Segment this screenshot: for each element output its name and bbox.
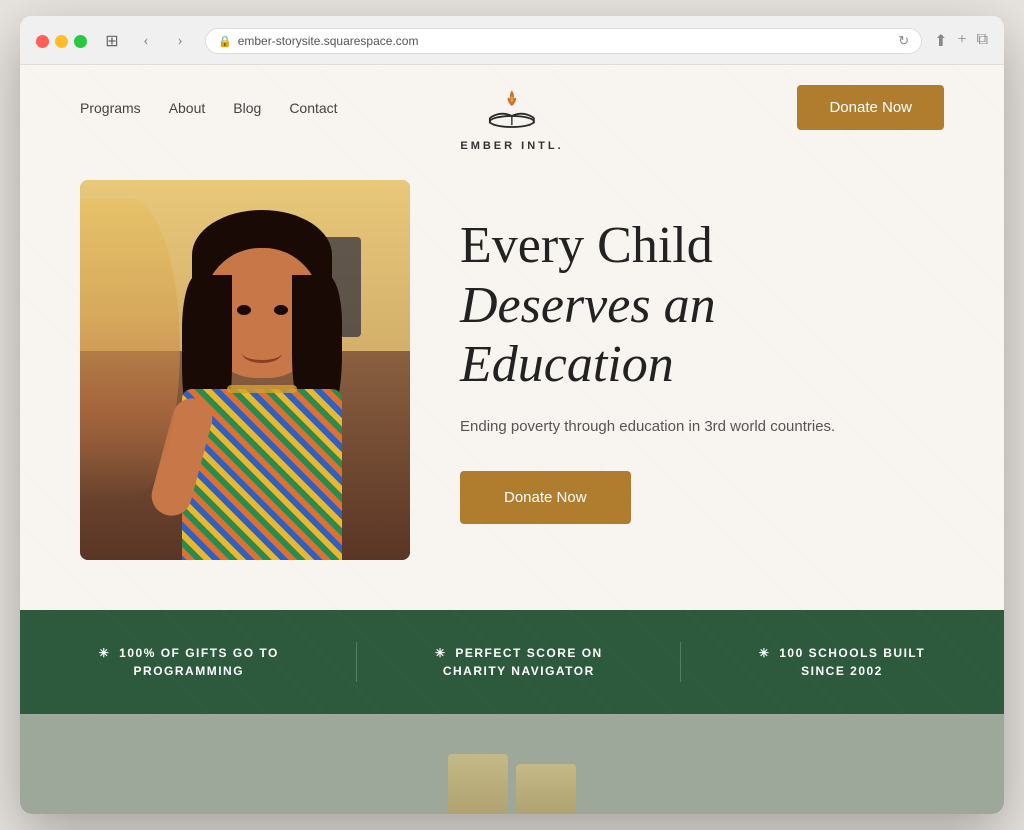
address-bar[interactable]: 🔒 ember-storysite.squarespace.com ↻: [205, 28, 922, 54]
share-icon[interactable]: ⬆: [934, 31, 947, 51]
site-logo: EMBER INTL.: [460, 83, 563, 152]
logo-icon: [485, 83, 540, 138]
minimize-button[interactable]: [55, 35, 68, 48]
stat-label-2: ✳ PERFECT SCORE ONCHARITY NAVIGATOR: [435, 644, 603, 680]
close-button[interactable]: [36, 35, 49, 48]
browser-window: ⊞ ‹ › 🔒 ember-storysite.squarespace.com …: [20, 16, 1004, 814]
hero-title-line3: Education: [460, 336, 674, 393]
stat-divider-2: [680, 642, 681, 682]
website-content: Programs About Blog Contact: [20, 65, 1004, 814]
hero-content: Every Child Deserves an Education Ending…: [460, 216, 944, 524]
header-donate-button[interactable]: Donate Now: [797, 85, 944, 130]
nav-contact[interactable]: Contact: [289, 100, 337, 116]
stat-label-1: ✳ 100% OF GIFTS GO TOPROGRAMMING: [99, 644, 279, 680]
back-button[interactable]: ‹: [133, 28, 159, 54]
main-nav: Programs About Blog Contact: [80, 100, 338, 116]
hero-donate-button[interactable]: Donate Now: [460, 471, 631, 524]
traffic-lights: [36, 35, 87, 48]
stats-bar: ✳ 100% OF GIFTS GO TOPROGRAMMING ✳ PERFE…: [20, 610, 1004, 714]
nav-programs[interactable]: Programs: [80, 100, 141, 116]
nav-blog[interactable]: Blog: [233, 100, 261, 116]
lock-icon: 🔒: [218, 35, 232, 48]
hero-title-line1: Every Child: [460, 217, 713, 274]
hero-title-line2: Deserves an: [460, 277, 716, 334]
browser-nav: ⊞ ‹ ›: [99, 28, 193, 54]
stat-icon-2: ✳: [435, 646, 447, 660]
browser-chrome: ⊞ ‹ › 🔒 ember-storysite.squarespace.com …: [20, 16, 1004, 65]
stat-icon-3: ✳: [759, 646, 771, 660]
hero-title: Every Child Deserves an Education: [460, 216, 944, 395]
stat-item-3: ✳ 100 SCHOOLS BUILTSINCE 2002: [759, 644, 925, 680]
refresh-icon[interactable]: ↻: [898, 33, 909, 49]
url-text: ember-storysite.squarespace.com: [238, 34, 419, 48]
view-toggle[interactable]: ⊞: [99, 28, 125, 54]
maximize-button[interactable]: [74, 35, 87, 48]
copy-icon[interactable]: ⧉: [977, 31, 988, 51]
nav-about[interactable]: About: [169, 100, 206, 116]
stat-icon-1: ✳: [99, 646, 111, 660]
stat-divider-1: [356, 642, 357, 682]
stat-label-3: ✳ 100 SCHOOLS BUILTSINCE 2002: [759, 644, 925, 680]
hero-image: [80, 180, 410, 560]
bottom-section: [20, 714, 1004, 814]
logo-text: EMBER INTL.: [460, 140, 563, 152]
stat-item-1: ✳ 100% OF GIFTS GO TOPROGRAMMING: [99, 644, 279, 680]
hero-section: Every Child Deserves an Education Ending…: [20, 150, 1004, 610]
site-header: Programs About Blog Contact: [20, 65, 1004, 150]
stat-item-2: ✳ PERFECT SCORE ONCHARITY NAVIGATOR: [435, 644, 603, 680]
new-tab-icon[interactable]: +: [958, 31, 967, 51]
forward-button[interactable]: ›: [167, 28, 193, 54]
hero-subtitle: Ending poverty through education in 3rd …: [460, 415, 944, 439]
browser-actions: ⬆ + ⧉: [934, 31, 988, 51]
